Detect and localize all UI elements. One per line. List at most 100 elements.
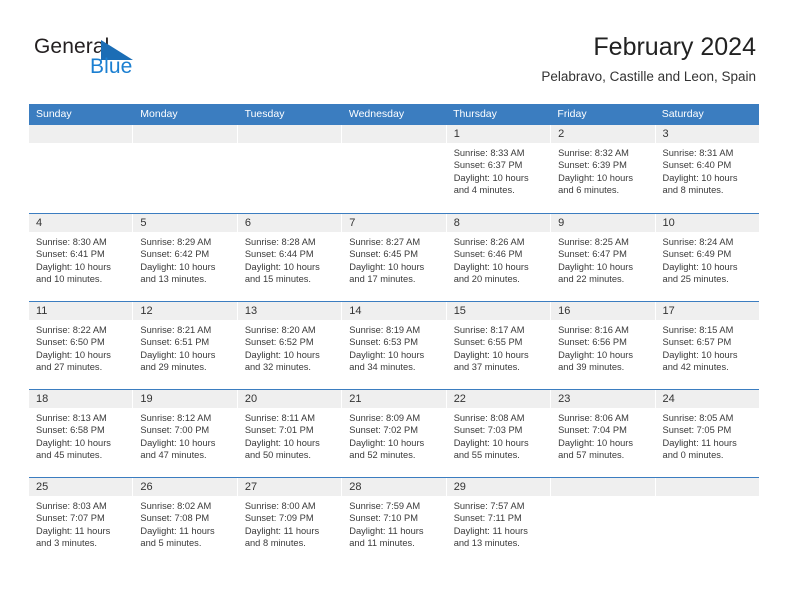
day-info-line: Sunset: 6:39 PM	[558, 160, 627, 171]
day-cell-21[interactable]: 21 Sunrise: 8:09 AM Sunset: 7:02 PM Dayligh…	[342, 390, 447, 477]
day-number-band: 6	[237, 214, 342, 232]
day-info-line: Sunrise: 7:59 AM	[349, 501, 421, 511]
day-cell-11[interactable]: 11 Sunrise: 8:22 AM Sunset: 6:50 PM Dayligh…	[29, 302, 134, 389]
day-info-line: and 13 minutes.	[140, 273, 207, 284]
day-info-line: Sunset: 7:10 PM	[349, 513, 418, 524]
day-number-band: 5	[133, 214, 237, 232]
day-info-line: Sunset: 6:58 PM	[36, 425, 105, 436]
day-info-line: Daylight: 11 hours	[453, 525, 528, 536]
day-cell-19[interactable]: 19 Sunrise: 8:12 AM Sunset: 7:00 PM Dayligh…	[133, 390, 238, 477]
day-number: 22	[453, 392, 466, 405]
day-info: Sunrise: 7:59 AM Sunset: 7:10 PM Daylight:…	[342, 496, 445, 549]
day-number: 7	[349, 216, 356, 229]
day-cell-16[interactable]: 16 Sunrise: 8:16 AM Sunset: 6:56 PM Dayligh…	[551, 302, 656, 389]
day-info-line: Daylight: 10 hours	[349, 349, 425, 360]
day-cell-18[interactable]: 18 Sunrise: 8:13 AM Sunset: 6:58 PM Dayligh…	[29, 390, 134, 477]
day-info-line: Daylight: 10 hours	[36, 349, 111, 360]
day-number: 19	[140, 392, 153, 405]
day-cell-8[interactable]: 8 Sunrise: 8:26 AM Sunset: 6:46 PM Daylight…	[446, 214, 552, 301]
day-cell-20[interactable]: 20 Sunrise: 8:11 AM Sunset: 7:01 PM Dayligh…	[237, 390, 343, 477]
day-cell-2[interactable]: 2 Sunrise: 8:32 AM Sunset: 6:39 PM Daylight…	[551, 125, 656, 213]
day-cell-29[interactable]: 29 Sunrise: 7:57 AM Sunset: 7:11 PM Dayligh…	[446, 478, 552, 565]
day-cell-23[interactable]: 23 Sunrise: 8:06 AM Sunset: 7:04 PM Dayligh…	[551, 390, 656, 477]
day-number: 8	[453, 216, 460, 229]
day-info-line: and 57 minutes.	[558, 449, 625, 460]
day-number-band: 16	[551, 302, 655, 320]
day-info: Sunrise: 8:15 AM Sunset: 6:57 PM Daylight:…	[656, 320, 759, 373]
day-cell-22[interactable]: 22 Sunrise: 8:08 AM Sunset: 7:03 PM Dayligh…	[446, 390, 552, 477]
day-info: Sunrise: 8:12 AM Sunset: 7:00 PM Daylight:…	[133, 408, 236, 461]
day-cell-10[interactable]: 10 Sunrise: 8:24 AM Sunset: 6:49 PM Dayligh…	[655, 214, 759, 301]
day-cell-5[interactable]: 5 Sunrise: 8:29 AM Sunset: 6:42 PM Daylight…	[133, 214, 238, 301]
day-info-line: Sunset: 6:53 PM	[349, 337, 418, 348]
day-info-line: Sunset: 6:40 PM	[662, 160, 732, 171]
weekday-header-wednesday: Wednesday	[348, 108, 405, 120]
day-info-line: Sunrise: 8:24 AM	[662, 237, 734, 247]
day-number-band: 23	[551, 390, 655, 408]
day-info-line: and 8 minutes.	[244, 537, 306, 548]
day-number-band: 27	[237, 478, 342, 496]
day-info-line: Sunrise: 8:02 AM	[140, 501, 212, 511]
day-cell-empty	[29, 125, 134, 213]
day-number: 18	[36, 392, 49, 405]
day-cell-4[interactable]: 4 Sunrise: 8:30 AM Sunset: 6:41 PM Daylight…	[29, 214, 134, 301]
day-cell-13[interactable]: 13 Sunrise: 8:20 AM Sunset: 6:52 PM Dayligh…	[237, 302, 343, 389]
day-info: Sunrise: 8:25 AM Sunset: 6:47 PM Daylight:…	[551, 232, 654, 285]
day-info-line: and 15 minutes.	[244, 273, 311, 284]
day-cell-28[interactable]: 28 Sunrise: 7:59 AM Sunset: 7:10 PM Dayligh…	[342, 478, 447, 565]
day-info-line: Sunrise: 8:11 AM	[244, 413, 315, 423]
day-cell-27[interactable]: 27 Sunrise: 8:00 AM Sunset: 7:09 PM Dayligh…	[237, 478, 343, 565]
day-info-line: Sunrise: 8:21 AM	[140, 325, 212, 335]
day-cell-empty	[655, 478, 759, 565]
day-info-line: and 10 minutes.	[36, 273, 103, 284]
day-info-line: and 8 minutes.	[662, 184, 724, 195]
day-cell-24[interactable]: 24 Sunrise: 8:05 AM Sunset: 7:05 PM Dayligh…	[655, 390, 759, 477]
day-cell-26[interactable]: 26 Sunrise: 8:02 AM Sunset: 7:08 PM Dayligh…	[133, 478, 238, 565]
day-cell-1[interactable]: 1 Sunrise: 8:33 AM Sunset: 6:37 PM Daylight…	[446, 125, 552, 213]
day-info-line: Sunrise: 8:27 AM	[349, 237, 421, 247]
day-cell-14[interactable]: 14 Sunrise: 8:19 AM Sunset: 6:53 PM Dayligh…	[342, 302, 447, 389]
day-info-line: Sunrise: 8:03 AM	[36, 501, 107, 511]
day-info: Sunrise: 8:31 AM Sunset: 6:40 PM Daylight:…	[656, 143, 759, 196]
day-number-band: 10	[655, 214, 759, 232]
page-header: General Blue February 2024 Pelabravo, Ca…	[0, 0, 792, 100]
weekday-header-friday: Friday	[557, 108, 587, 120]
day-cell-12[interactable]: 12 Sunrise: 8:21 AM Sunset: 6:51 PM Dayligh…	[133, 302, 238, 389]
day-cell-7[interactable]: 7 Sunrise: 8:27 AM Sunset: 6:45 PM Daylight…	[342, 214, 447, 301]
day-info-line: Sunset: 6:55 PM	[453, 337, 523, 348]
day-cell-6[interactable]: 6 Sunrise: 8:28 AM Sunset: 6:44 PM Daylight…	[237, 214, 343, 301]
day-info-line: and 5 minutes.	[140, 537, 202, 548]
day-info-line: Sunrise: 8:29 AM	[140, 237, 212, 247]
day-number-band: 14	[342, 302, 446, 320]
day-info-line: and 45 minutes.	[36, 449, 103, 460]
day-number: 1	[453, 127, 460, 140]
day-number-band: 12	[133, 302, 237, 320]
general-blue-logo[interactable]: General Blue	[34, 36, 234, 88]
day-info-line: Daylight: 10 hours	[349, 437, 425, 448]
day-info-line: Daylight: 10 hours	[558, 172, 634, 183]
day-number-band: 29	[446, 478, 551, 496]
day-cell-15[interactable]: 15 Sunrise: 8:17 AM Sunset: 6:55 PM Dayligh…	[446, 302, 552, 389]
week-rows: 1 Sunrise: 8:33 AM Sunset: 6:37 PM Daylight…	[29, 125, 759, 565]
day-number-band: 26	[133, 478, 237, 496]
day-number: 5	[140, 216, 147, 229]
day-number-band: 20	[237, 390, 342, 408]
day-info-line: Sunrise: 8:08 AM	[453, 413, 525, 423]
day-cell-9[interactable]: 9 Sunrise: 8:25 AM Sunset: 6:47 PM Daylight…	[551, 214, 656, 301]
weekday-header-saturday: Saturday	[661, 108, 704, 120]
day-info-line: Daylight: 11 hours	[349, 525, 424, 536]
day-cell-25[interactable]: 25 Sunrise: 8:03 AM Sunset: 7:07 PM Dayligh…	[29, 478, 134, 565]
day-info-line: Daylight: 11 hours	[140, 525, 215, 536]
day-cell-empty	[237, 125, 343, 213]
day-number: 14	[349, 304, 362, 317]
day-info-line: and 29 minutes.	[140, 361, 207, 372]
day-info-line: Sunset: 6:57 PM	[662, 337, 732, 348]
day-info-line: and 50 minutes.	[244, 449, 311, 460]
day-cell-3[interactable]: 3 Sunrise: 8:31 AM Sunset: 6:40 PM Daylight…	[655, 125, 759, 213]
calendar-grid: Sunday Monday Tuesday Wednesday Thursday Frid…	[29, 104, 759, 565]
day-number-band: 19	[133, 390, 237, 408]
day-info-line: and 0 minutes.	[662, 449, 724, 460]
day-cell-17[interactable]: 17 Sunrise: 8:15 AM Sunset: 6:57 PM Dayligh…	[655, 302, 759, 389]
day-info: Sunrise: 8:00 AM Sunset: 7:09 PM Daylight:…	[238, 496, 341, 549]
day-info-line: Daylight: 10 hours	[453, 349, 529, 360]
